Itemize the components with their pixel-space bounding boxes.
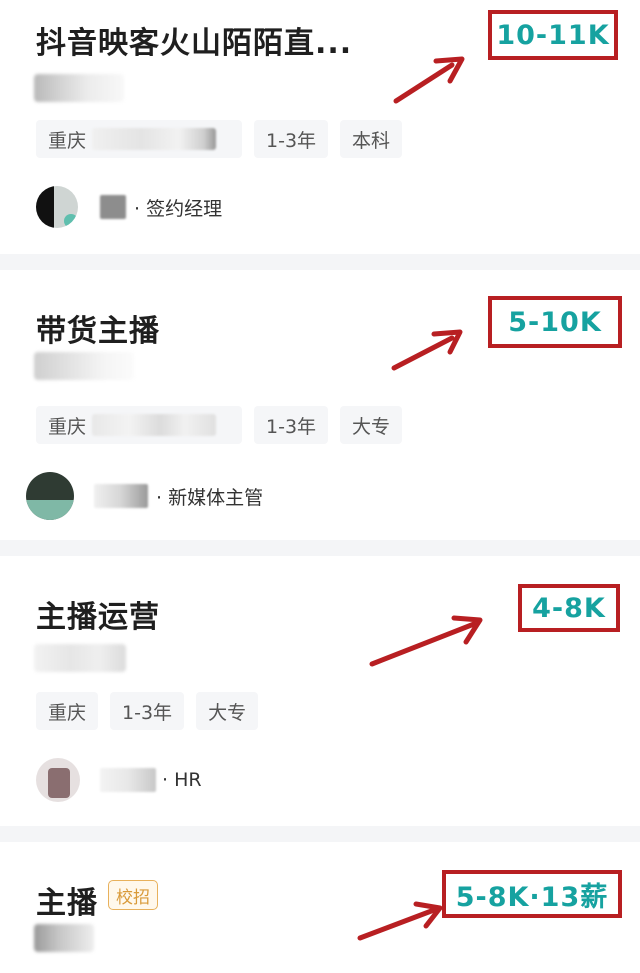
job-tags: 重庆 1-3年 大专	[36, 692, 259, 730]
recruiter-info[interactable]: · 签约经理	[36, 186, 222, 228]
company-name-redacted	[34, 74, 124, 102]
arrow-annotation-icon	[393, 56, 465, 104]
salary-highlight: 4-8K	[518, 584, 620, 632]
job-card[interactable]: 带货主播 5-10K 重庆 1-3年 大专 · 新媒体主管	[0, 270, 640, 540]
salary-text: 5-8K·13薪	[455, 881, 609, 913]
job-title: 抖音映客火山陌陌直...	[36, 26, 353, 61]
tag-education: 本科	[340, 120, 403, 158]
job-card[interactable]: 主播运营 4-8K 重庆 1-3年 大专 · HR	[0, 556, 640, 826]
arrow-annotation-icon	[391, 329, 463, 371]
tag-education: 大专	[196, 692, 259, 730]
recruiter-info[interactable]: · 新媒体主管	[26, 472, 263, 520]
tag-location: 重庆	[36, 406, 242, 444]
salary-text: 10-11K	[496, 19, 610, 51]
recruiter-name-redacted	[94, 484, 148, 508]
tag-experience: 1-3年	[110, 692, 185, 730]
recruiter-name-redacted	[100, 195, 126, 219]
salary-text: 5-10K	[508, 306, 602, 338]
company-name-redacted	[34, 924, 94, 952]
salary-highlight: 5-8K·13薪	[442, 870, 622, 918]
avatar	[36, 758, 80, 802]
campus-recruit-badge: 校招	[108, 880, 158, 910]
job-title: 带货主播	[36, 314, 160, 349]
recruiter-name-redacted	[100, 768, 156, 792]
job-card[interactable]: 主播 校招 5-8K·13薪	[0, 842, 640, 973]
tag-experience: 1-3年	[254, 120, 329, 158]
recruiter-role: · 新媒体主管	[156, 486, 264, 509]
salary-highlight: 5-10K	[488, 296, 622, 348]
recruiter-role: · 签约经理	[134, 197, 223, 220]
tag-location: 重庆	[36, 692, 99, 730]
location-detail-redacted	[92, 128, 217, 150]
recruiter-info[interactable]: · HR	[36, 758, 202, 802]
job-tags: 重庆 1-3年 本科	[36, 120, 403, 158]
recruiter-role: · HR	[162, 769, 202, 791]
company-name-redacted	[34, 644, 126, 672]
tag-experience: 1-3年	[254, 406, 329, 444]
job-tags: 重庆 1-3年 大专	[36, 406, 403, 444]
salary-text: 4-8K	[532, 592, 606, 624]
arrow-annotation-icon	[369, 615, 483, 667]
avatar	[36, 186, 78, 228]
job-title: 主播	[36, 886, 98, 921]
company-name-redacted	[34, 352, 134, 380]
job-card[interactable]: 抖音映客火山陌陌直... 10-11K 重庆 1-3年 本科 · 签约经理	[0, 0, 640, 254]
job-title: 主播运营	[36, 600, 160, 635]
arrow-annotation-icon	[357, 901, 443, 941]
avatar	[26, 472, 74, 520]
tag-education: 大专	[340, 406, 403, 444]
tag-location: 重庆	[36, 120, 242, 158]
salary-highlight: 10-11K	[488, 10, 618, 60]
location-detail-redacted	[92, 414, 217, 436]
